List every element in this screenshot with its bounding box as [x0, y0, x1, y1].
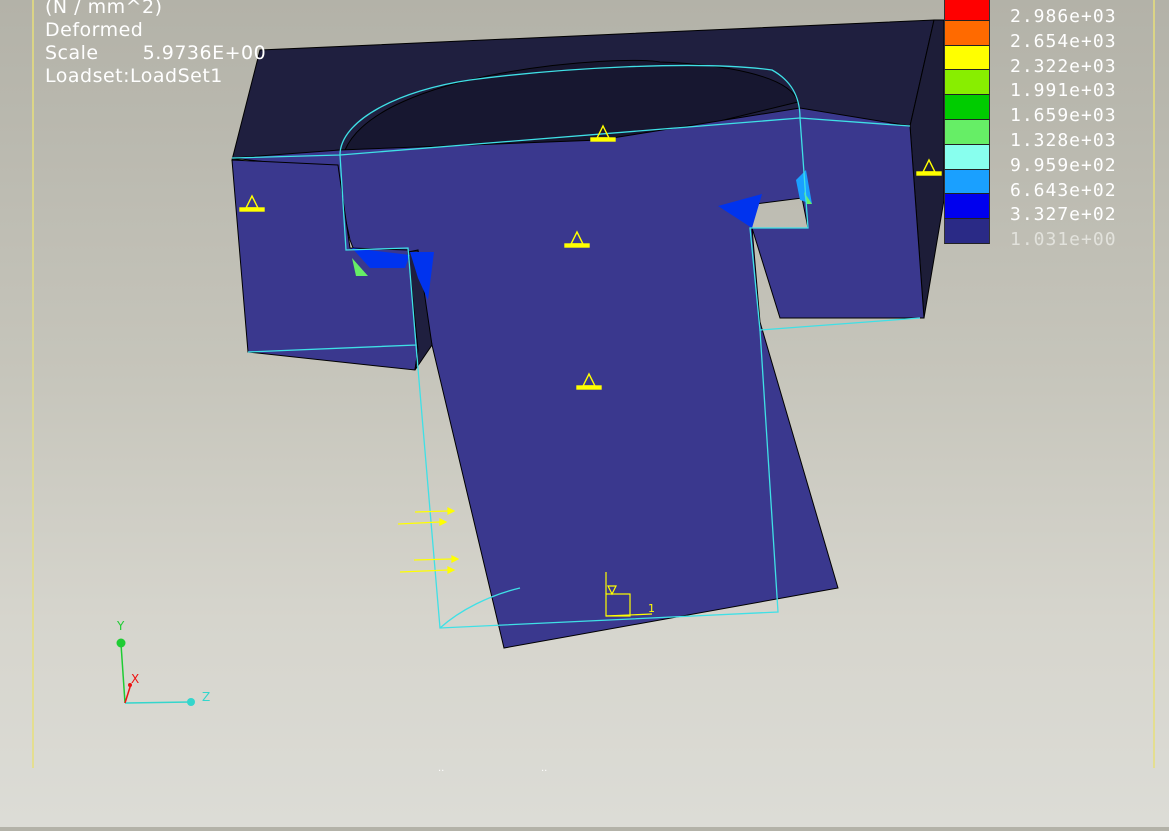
triad-y-label: Y [116, 619, 125, 633]
display-mode-label: Deformed [45, 19, 144, 41]
units-label: (N / mm^2) [45, 0, 163, 18]
scale-label: Scale [45, 42, 99, 64]
legend-label: 1.328e+03 [1010, 129, 1117, 151]
axis-triad: Y X Z [116, 619, 210, 706]
legend-swatch [944, 194, 990, 220]
triad-z-axis [124, 701, 191, 704]
legend-swatches [944, 0, 991, 244]
legend-label: 9.959e+02 [1010, 154, 1117, 176]
marker-label: 1 [648, 602, 655, 615]
result-info-panel: (N / mm^2) Deformed Scale 5.9736E+00 Load… [45, 0, 266, 88]
legend-label: 2.322e+03 [1010, 55, 1117, 77]
legend-label: 6.643e+02 [1010, 179, 1117, 201]
legend-swatch [944, 95, 990, 120]
legend-label: 1.031e+00 [1010, 229, 1117, 251]
triad-y-knob [116, 638, 126, 648]
legend-swatch [944, 45, 990, 71]
triad-x-label: X [131, 672, 139, 686]
legend-swatch [944, 70, 990, 96]
legend-swatch [944, 144, 990, 170]
triad-z-knob [187, 698, 195, 706]
scale-row: Scale 5.9736E+00 [45, 42, 266, 65]
legend-label: 2.986e+03 [1010, 6, 1117, 27]
triad-z-label: Z [202, 690, 210, 704]
legend-label: 1.991e+03 [1010, 80, 1117, 102]
legend-label: 3.327e+02 [1010, 204, 1117, 226]
legend-labels: 2.986e+03 2.654e+03 2.322e+03 1.991e+03 1.65… [1010, 5, 1150, 253]
legend-swatch [944, 169, 990, 195]
legend-swatch [944, 119, 990, 145]
loadset-label: Loadset:LoadSet1 [45, 65, 223, 87]
legend-label: 2.654e+03 [1010, 30, 1117, 52]
status-mark-2: .. [541, 763, 548, 774]
legend-swatch [944, 20, 990, 46]
model-viewport[interactable]: 1 Y X Z [0, 0, 1169, 827]
triad-y-axis [120, 643, 126, 704]
legend-label: 1.659e+03 [1010, 105, 1117, 127]
model-graphic[interactable]: 1 Y X Z [0, 0, 1169, 827]
scale-value: 5.9736E+00 [142, 42, 267, 64]
status-mark-1: .. [438, 763, 445, 774]
load-arrows [397, 507, 460, 574]
legend-swatch [944, 0, 990, 21]
legend-swatch [944, 219, 990, 244]
